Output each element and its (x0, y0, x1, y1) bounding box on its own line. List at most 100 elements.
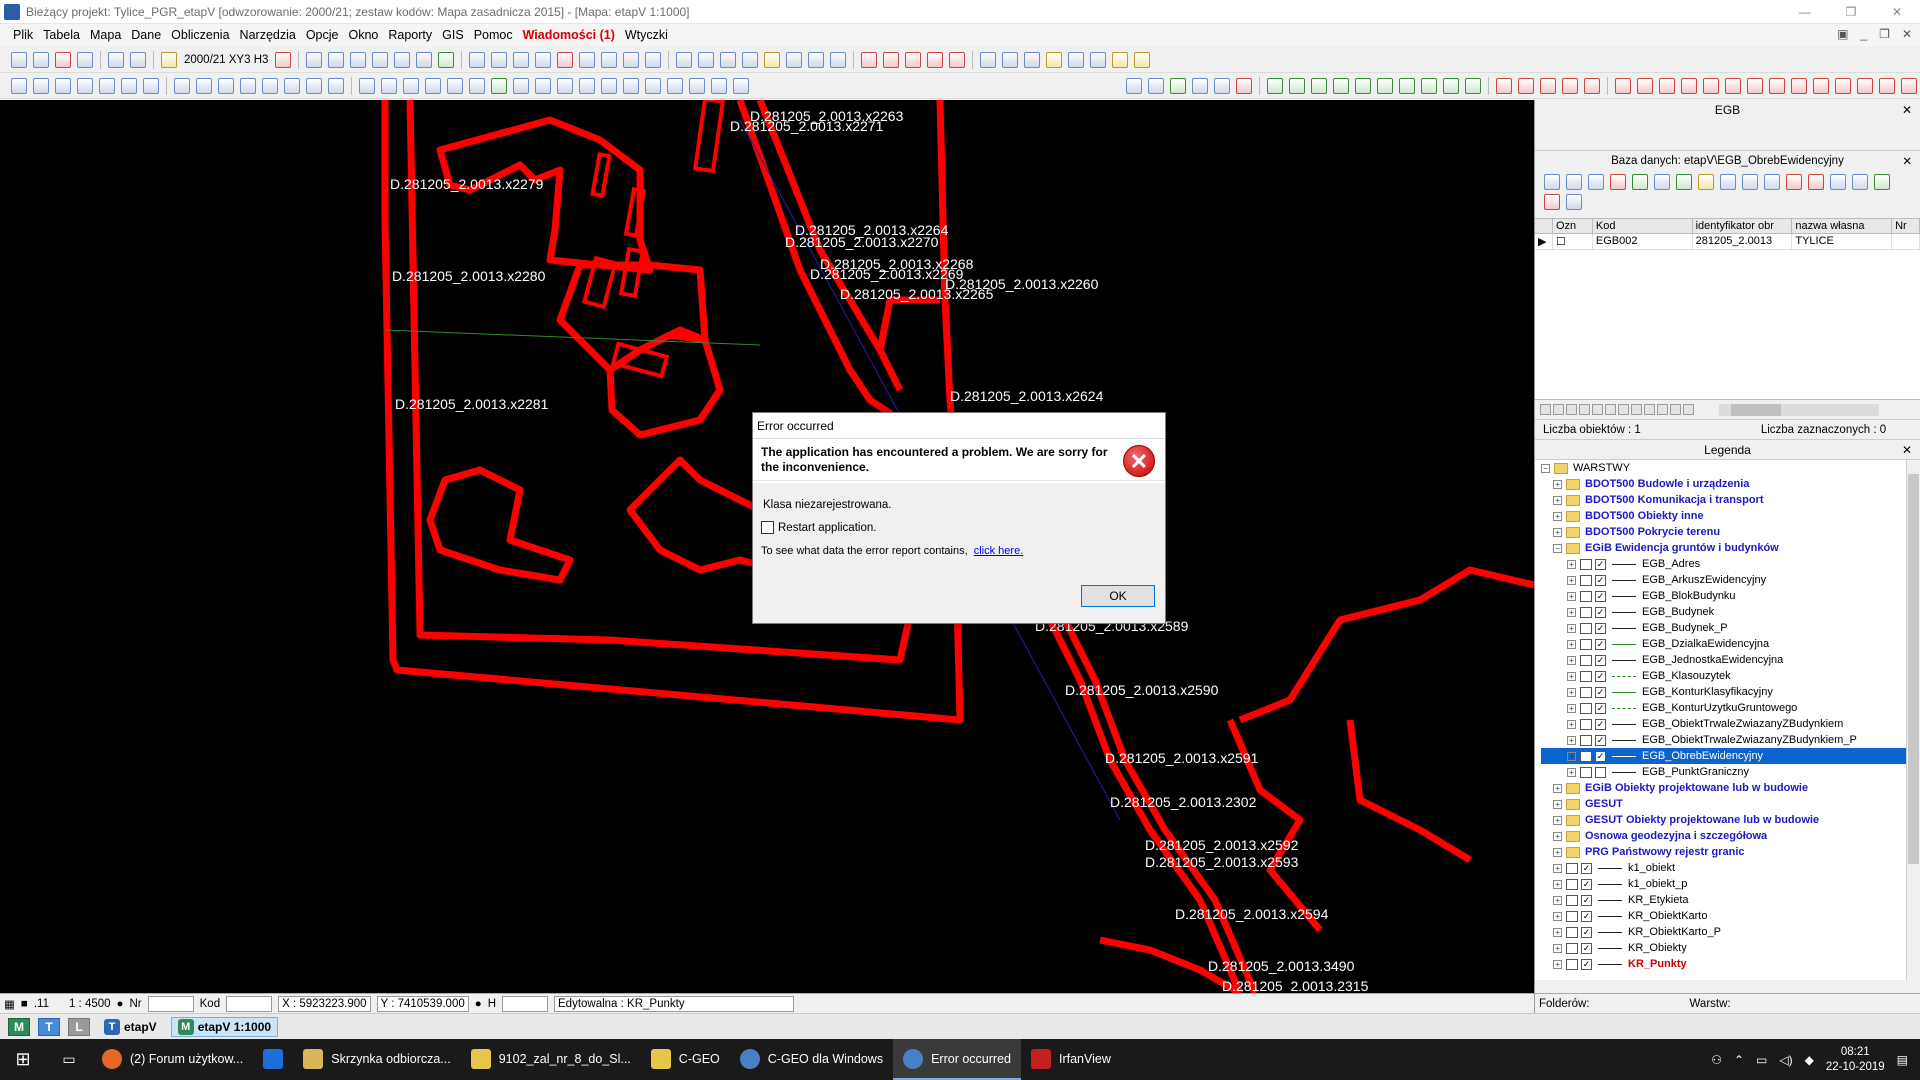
layer-visibility-icon[interactable] (1566, 958, 1578, 970)
copy-icon[interactable] (77, 51, 93, 68)
boundary-point-icon[interactable] (1562, 77, 1578, 94)
tab-table-etapv[interactable]: T etapV (98, 1017, 163, 1037)
parcel-trim-icon[interactable] (1879, 77, 1895, 94)
checkbox-box[interactable] (761, 521, 774, 534)
layer-checkbox[interactable] (1595, 766, 1606, 778)
db-sort-icon[interactable] (1852, 174, 1868, 190)
point-icon[interactable] (328, 77, 344, 94)
funnel-icon[interactable] (557, 77, 573, 94)
menu-dane[interactable]: Dane (126, 28, 166, 42)
ok-button[interactable]: OK (1081, 585, 1155, 607)
close-icon[interactable]: ✕ (1874, 0, 1920, 24)
polyline-icon[interactable] (196, 77, 212, 94)
column-header[interactable]: Ozn (1553, 219, 1593, 233)
boundary-icon[interactable] (1496, 77, 1512, 94)
calculator-icon[interactable] (275, 51, 292, 68)
layer-visibility-icon[interactable] (1580, 622, 1592, 634)
move-icon[interactable] (579, 77, 595, 94)
layer-visibility-icon[interactable] (1566, 862, 1578, 874)
db-grid-icon[interactable] (1588, 174, 1604, 190)
eraser-icon[interactable] (1024, 51, 1041, 68)
parcel-edit-icon[interactable] (1703, 77, 1719, 94)
spline-icon[interactable] (306, 77, 322, 94)
legend-layer[interactable]: + ✓ EGB_KonturKlasyfikacyjny (1541, 684, 1920, 700)
expand-icon[interactable]: + (1567, 623, 1576, 633)
close-icon[interactable]: ✕ (1902, 103, 1912, 117)
layer-visibility-icon[interactable] (1580, 750, 1592, 762)
layer-checkbox[interactable]: ✓ (1595, 718, 1606, 730)
split-icon[interactable] (601, 77, 617, 94)
import-icon[interactable] (980, 51, 997, 68)
expand-icon[interactable]: + (1553, 815, 1562, 825)
legend-layer[interactable]: + ✓ EGB_Budynek (1541, 604, 1920, 620)
legend-layer[interactable]: + ✓ EGB_ObiektTrwaleZwiazanyZBudynkiem (1541, 716, 1920, 732)
dimension-icon[interactable] (381, 77, 397, 94)
list-mode-button[interactable]: L (68, 1017, 90, 1036)
pointer-icon[interactable] (711, 77, 727, 94)
block-icon[interactable] (808, 51, 825, 68)
menu-narzedzia[interactable]: Narzędzia (235, 28, 301, 42)
pan-icon[interactable] (121, 77, 137, 94)
boundary-merge-icon[interactable] (1540, 77, 1556, 94)
legend-layer[interactable]: + EGB_PunktGraniczny (1541, 764, 1920, 780)
db-zoom-icon[interactable] (1720, 174, 1736, 190)
geo-point-icon[interactable] (1377, 77, 1393, 94)
taskbar-item-mail[interactable]: Skrzynka odbiorcza... (293, 1039, 461, 1080)
network-icon[interactable]: ▭ (1756, 1053, 1767, 1067)
expand-icon[interactable]: + (1567, 735, 1576, 745)
kod-field[interactable] (226, 995, 273, 1012)
db-window-icon[interactable] (1566, 194, 1582, 210)
legend-layer[interactable]: + ✓ k1_obiekt_p (1541, 876, 1920, 892)
legend-layer[interactable]: + ✓ KR_Etykieta (1541, 892, 1920, 908)
nav-refresh-icon[interactable] (1683, 404, 1694, 415)
legend-group[interactable]: + BDOT500 Pokrycie terenu (1541, 524, 1920, 540)
parcel-extend-icon[interactable] (1901, 77, 1917, 94)
layer-visibility-icon[interactable] (1580, 638, 1592, 650)
restart-checkbox[interactable]: Restart application. (761, 521, 876, 534)
db-export-icon[interactable] (1610, 174, 1626, 190)
column-header[interactable]: Nr (1892, 219, 1920, 233)
expand-icon[interactable]: + (1567, 751, 1576, 761)
expand-icon[interactable]: + (1567, 655, 1576, 665)
layer-checkbox[interactable]: ✓ (1595, 590, 1606, 602)
layer-visibility-icon[interactable] (1580, 734, 1592, 746)
expand-icon[interactable]: + (1553, 879, 1562, 889)
info-table-icon[interactable] (416, 51, 433, 68)
legend-layer[interactable]: + ✓ EGB_BlokBudynku (1541, 588, 1920, 604)
polygon-icon[interactable] (174, 77, 190, 94)
legend-group[interactable]: + GESUT (1541, 796, 1920, 812)
snap-line-icon[interactable] (883, 51, 900, 68)
legend-layer[interactable]: + ✓ KR_Punkty (1541, 956, 1920, 972)
expand-icon[interactable]: + (1553, 943, 1562, 953)
map-view-icon[interactable] (698, 51, 715, 68)
parcel-delete-icon[interactable] (1725, 77, 1741, 94)
layer-checkbox[interactable]: ✓ (1595, 702, 1606, 714)
collapse-icon[interactable]: − (1553, 543, 1562, 553)
menu-obliczenia[interactable]: Obliczenia (166, 28, 234, 42)
legend-layer[interactable]: + ✓ k1_obiekt (1541, 860, 1920, 876)
nav-next-icon[interactable] (1579, 404, 1590, 415)
geo-trim-icon[interactable] (1465, 77, 1481, 94)
erase-object-icon[interactable] (1046, 51, 1063, 68)
chart-icon[interactable] (438, 51, 455, 68)
legend-layer[interactable]: + ✓ KR_Obiekty (1541, 940, 1920, 956)
h-field[interactable] (502, 995, 548, 1012)
nav-next-page-icon[interactable] (1592, 404, 1603, 415)
legend-group[interactable]: + GESUT Obiekty projektowane lub w budowi… (1541, 812, 1920, 828)
people-icon[interactable]: ⚇ (1711, 1053, 1722, 1067)
task-view-icon[interactable]: ▭ (46, 1039, 92, 1080)
expand-icon[interactable]: + (1567, 703, 1576, 713)
db-check-icon[interactable] (1632, 174, 1648, 190)
nav-delete-icon[interactable] (1631, 404, 1642, 415)
taskbar-item-error[interactable]: Error occurred (893, 1039, 1021, 1080)
frame-icon[interactable] (601, 51, 618, 68)
layer-visibility-icon[interactable] (1580, 670, 1592, 682)
expand-icon[interactable]: + (1567, 559, 1576, 569)
legend-scrollbar[interactable] (1906, 460, 1920, 980)
column-header[interactable]: nazwa własna (1792, 219, 1893, 233)
legend-group[interactable]: + BDOT500 Obiekty inne (1541, 508, 1920, 524)
menu-wtyczki[interactable]: Wtyczki (620, 28, 673, 42)
layer-checkbox[interactable]: ✓ (1581, 926, 1592, 938)
layer-checkbox[interactable]: ✓ (1595, 558, 1606, 570)
layer-visibility-icon[interactable] (1566, 910, 1578, 922)
